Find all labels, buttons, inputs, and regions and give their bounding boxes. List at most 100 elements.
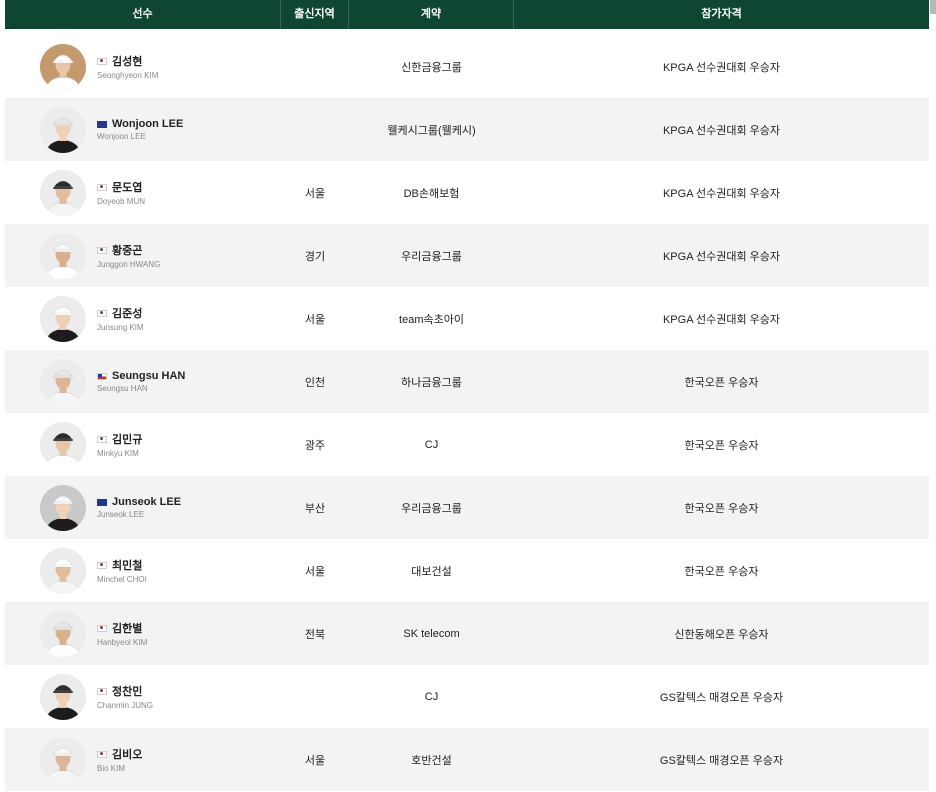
contract-cell: SK telecom [403, 627, 460, 640]
table-header: 선수 출신지역 계약 참가자격 [5, 0, 929, 29]
player-name[interactable]: Seungsu HAN [112, 370, 185, 382]
contract-cell: 우리금융그룹 [401, 250, 462, 263]
table-row[interactable]: 황중곤 Junggon HWANG 경기 우리금융그룹 KPGA 선수권대회 우승자 [5, 224, 929, 287]
flag-icon [97, 246, 107, 254]
player-cell[interactable]: 최민철 Minchel CHOI [5, 547, 281, 594]
player-photo[interactable] [40, 421, 86, 468]
scrollbar-thumb[interactable] [930, 0, 936, 14]
flag-icon [97, 183, 107, 191]
region-cell: 부산 [304, 502, 326, 515]
region-cell: 서울 [304, 754, 326, 767]
player-photo[interactable] [40, 673, 86, 720]
player-name-english: Seonghyeon KIM [97, 71, 159, 80]
player-name[interactable]: 김성현 [112, 53, 142, 69]
player-photo[interactable] [40, 295, 86, 342]
player-cell[interactable]: 김준성 Junsung KIM [5, 295, 281, 342]
player-cell[interactable]: Wonjoon LEE Wonjoon LEE [5, 106, 281, 153]
contract-cell: 호반건설 [411, 754, 452, 767]
player-cell[interactable]: Junseok LEE Junseok LEE [5, 484, 281, 531]
player-name-english: Doyeob MUN [97, 197, 146, 206]
qualification-cell: 한국오픈 우승자 [684, 565, 759, 578]
player-cell[interactable]: 김성현 Seonghyeon KIM [5, 43, 281, 90]
player-photo[interactable] [40, 358, 86, 405]
contract-cell: 대보건설 [411, 565, 452, 578]
flag-icon [97, 120, 107, 128]
player-photo[interactable] [40, 484, 86, 531]
player-photo[interactable] [40, 169, 86, 216]
player-name[interactable]: 문도엽 [112, 179, 142, 195]
flag-icon [97, 687, 107, 695]
table-row[interactable]: 김비오 Bio KIM 서울 호반건설 GS칼텍스 매경오픈 우승자 [5, 728, 929, 791]
contract-cell: team속초아이 [399, 313, 464, 326]
table-row[interactable]: Junseok LEE Junseok LEE 부산 우리금융그룹 한국오픈 우승자 [5, 476, 929, 539]
region-cell: 경기 [304, 250, 326, 263]
flag-icon [97, 561, 107, 569]
qualification-cell: 신한동해오픈 우승자 [674, 628, 769, 641]
qualification-cell: 한국오픈 우승자 [684, 439, 759, 452]
table-row[interactable]: 문도엽 Doyeob MUN 서울 DB손해보험 KPGA 선수권대회 우승자 [5, 161, 929, 224]
qualification-cell: KPGA 선수권대회 우승자 [662, 124, 781, 137]
contract-cell: 우리금융그룹 [401, 502, 462, 515]
player-name[interactable]: 최민철 [112, 557, 142, 573]
region-cell: 광주 [304, 439, 326, 452]
region-cell: 인천 [304, 376, 326, 389]
player-name-english: Junsung KIM [97, 323, 144, 332]
player-photo[interactable] [40, 232, 86, 279]
qualification-cell: KPGA 선수권대회 우승자 [662, 187, 781, 200]
player-name[interactable]: 김준성 [112, 305, 142, 321]
player-name[interactable]: 정찬민 [112, 683, 142, 699]
player-cell[interactable]: 문도엽 Doyeob MUN [5, 169, 281, 216]
header-contract[interactable]: 계약 [349, 0, 514, 29]
header-qualification[interactable]: 참가자격 [514, 0, 929, 29]
contract-cell: 웰케시그룹(웰케시) [387, 124, 476, 137]
flag-icon [97, 57, 107, 65]
table-row[interactable]: 김한별 Hanbyeol KIM 전북 SK telecom 신한동해오픈 우승자 [5, 602, 929, 665]
player-cell[interactable]: 김비오 Bio KIM [5, 736, 281, 783]
player-cell[interactable]: 정찬민 Chanmin JUNG [5, 673, 281, 720]
player-name[interactable]: 김한별 [112, 620, 142, 636]
region-cell: 서울 [304, 313, 326, 326]
player-name-english: Junggon HWANG [97, 260, 161, 269]
qualification-cell: KPGA 선수권대회 우승자 [662, 250, 781, 263]
qualification-cell: KPGA 선수권대회 우승자 [662, 313, 781, 326]
table-row[interactable]: 김준성 Junsung KIM 서울 team속초아이 KPGA 선수권대회 우승자 [5, 287, 929, 350]
region-cell: 서울 [304, 565, 326, 578]
player-photo[interactable] [40, 736, 86, 783]
qualification-cell: KPGA 선수권대회 우승자 [662, 61, 781, 74]
flag-icon [97, 624, 107, 632]
player-cell[interactable]: Seungsu HAN Seungsu HAN [5, 358, 281, 405]
player-cell[interactable]: 황중곤 Junggon HWANG [5, 232, 281, 279]
player-photo[interactable] [40, 610, 86, 657]
player-name[interactable]: Junseok LEE [112, 496, 181, 508]
table-row[interactable]: Seungsu HAN Seungsu HAN 인천 하나금융그룹 한국오픈 우승자 [5, 350, 929, 413]
player-photo[interactable] [40, 106, 86, 153]
flag-icon [97, 750, 107, 758]
player-photo[interactable] [40, 43, 86, 90]
player-cell[interactable]: 김한별 Hanbyeol KIM [5, 610, 281, 657]
flag-icon [97, 372, 107, 380]
table-row[interactable]: 김성현 Seonghyeon KIM 신한금융그룹 KPGA 선수권대회 우승자 [5, 35, 929, 98]
player-name-english: Minchel CHOI [97, 575, 147, 584]
header-player[interactable]: 선수 [5, 0, 281, 29]
player-name-english: Junseok LEE [97, 510, 145, 519]
table-row[interactable]: 최민철 Minchel CHOI 서울 대보건설 한국오픈 우승자 [5, 539, 929, 602]
contract-cell: 하나금융그룹 [401, 376, 462, 389]
header-region[interactable]: 출신지역 [281, 0, 349, 29]
contract-cell: 신한금융그룹 [401, 61, 462, 74]
table-row[interactable]: Wonjoon LEE Wonjoon LEE 웰케시그룹(웰케시) KPGA 선수권… [5, 98, 929, 161]
qualification-cell: GS칼텍스 매경오픈 우승자 [659, 754, 784, 767]
table-row[interactable]: 김민규 Minkyu KIM 광주 CJ 한국오픈 우승자 [5, 413, 929, 476]
players-table-page: 선수 출신지역 계약 참가자격 김성현 Seonghyeon KIM 신한금융그룹 K… [0, 0, 936, 792]
qualification-cell: GS칼텍스 매경오픈 우승자 [659, 691, 784, 704]
player-name-english: Bio KIM [97, 764, 126, 773]
player-photo[interactable] [40, 547, 86, 594]
contract-cell: CJ [424, 438, 439, 451]
player-cell[interactable]: 김민규 Minkyu KIM [5, 421, 281, 468]
player-name[interactable]: 김민규 [112, 431, 142, 447]
table-row[interactable]: 정찬민 Chanmin JUNG CJ GS칼텍스 매경오픈 우승자 [5, 665, 929, 728]
player-name[interactable]: Wonjoon LEE [112, 118, 183, 130]
player-name[interactable]: 황중곤 [112, 242, 142, 258]
contract-cell: DB손해보험 [403, 187, 460, 200]
qualification-cell: 한국오픈 우승자 [684, 376, 759, 389]
player-name[interactable]: 김비오 [112, 746, 142, 762]
